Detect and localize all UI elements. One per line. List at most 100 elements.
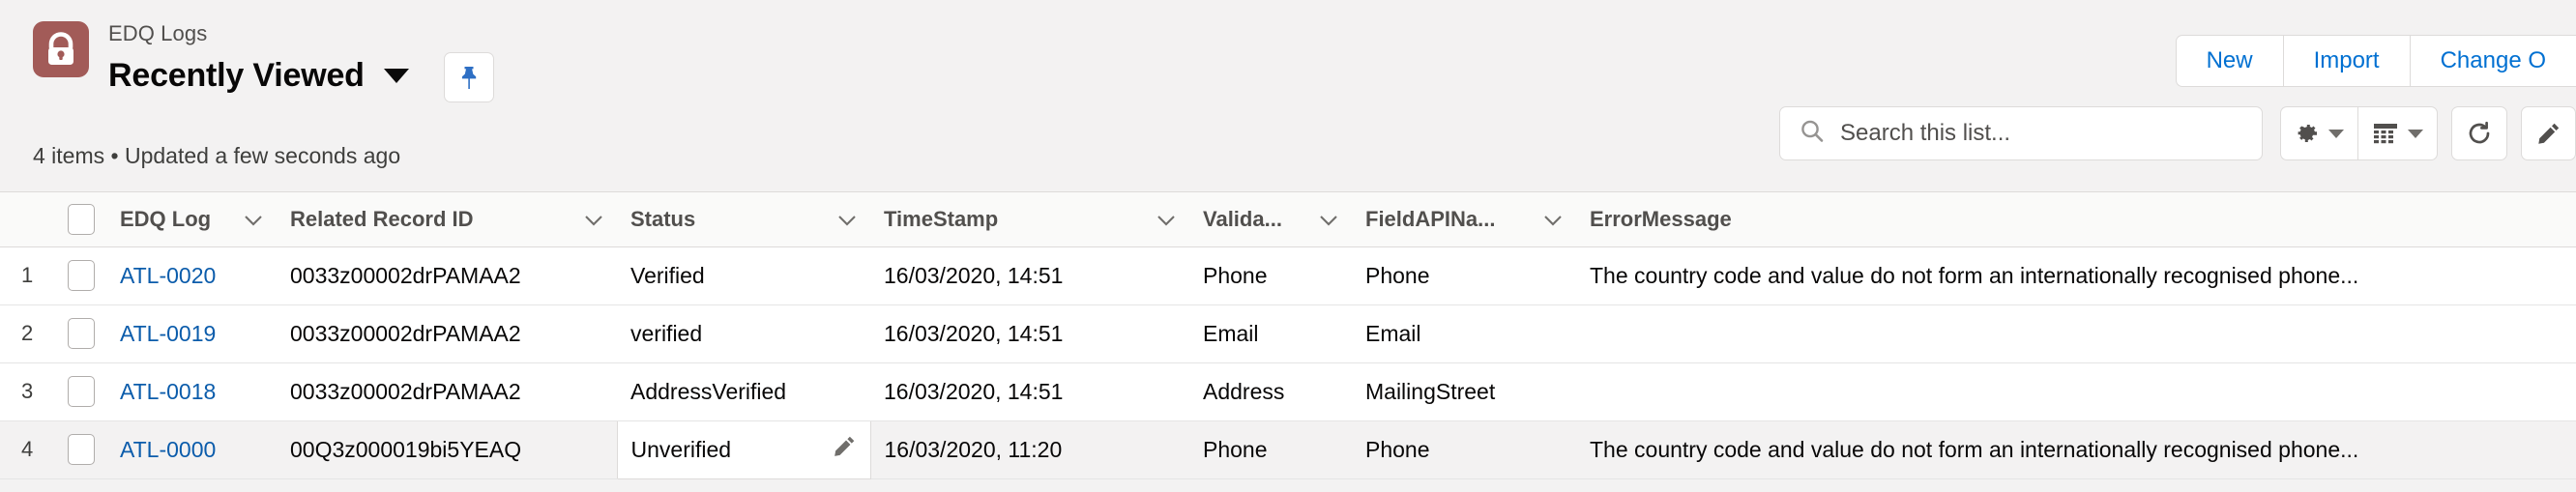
title-block: EDQ Logs Recently Viewed [108, 21, 494, 102]
pin-icon [461, 67, 476, 89]
cell-error-message: The country code and value do not form a… [1576, 420, 2576, 479]
table-head: EDQ Log Related Record ID Status TimeSta… [0, 192, 2576, 247]
import-button[interactable]: Import [2282, 35, 2410, 87]
refresh-icon [2469, 121, 2490, 144]
select-all-checkbox[interactable] [68, 203, 95, 235]
cell-validation: Phone [1189, 246, 1352, 305]
cell-edq-log[interactable]: ATL-0000 [106, 420, 277, 479]
cell-error-message [1576, 362, 2576, 421]
row-select-cell[interactable] [54, 304, 106, 363]
cell-edq-log[interactable]: ATL-0020 [106, 246, 277, 305]
column-header-label: TimeStamp [884, 206, 999, 231]
row-checkbox[interactable] [68, 260, 95, 291]
pin-list-view-button[interactable] [443, 52, 494, 102]
cell-field-api-name: Phone [1352, 246, 1576, 305]
new-button[interactable]: New [2175, 35, 2283, 87]
column-header-label: FieldAPINa... [1365, 206, 1496, 231]
column-header-label: ErrorMessage [1590, 206, 1732, 231]
chevron-down-icon[interactable] [244, 207, 263, 232]
cell-edq-log[interactable]: ATL-0018 [106, 362, 277, 421]
column-header-status[interactable]: Status [617, 192, 870, 247]
cell-related-record-id: 00Q3z000019bi5YEAQ [277, 420, 617, 479]
row-number: 2 [0, 304, 54, 363]
column-header-label: Valida... [1203, 206, 1282, 231]
column-header-field-api-name[interactable]: FieldAPINa... [1352, 192, 1576, 247]
list-view-page: EDQ Logs Recently Viewed 4 items • Updat… [0, 0, 2576, 492]
gear-icon [2298, 125, 2317, 142]
header-identity: EDQ Logs Recently Viewed [33, 0, 494, 102]
select-all-header [54, 192, 106, 247]
row-select-cell[interactable] [54, 246, 106, 305]
cell-error-message [1576, 304, 2576, 363]
record-link[interactable]: ATL-0000 [120, 437, 216, 462]
table-row[interactable]: 1 ATL-0020 0033z00002drPAMAA2 Verified 1… [0, 246, 2576, 305]
list-view-controls-button[interactable] [2280, 106, 2357, 160]
cell-related-record-id: 0033z00002drPAMAA2 [277, 304, 617, 363]
column-header-error-message[interactable]: ErrorMessage [1576, 192, 2576, 247]
chevron-down-icon[interactable] [1319, 207, 1338, 232]
cell-validation: Email [1189, 304, 1352, 363]
table-header-row: EDQ Log Related Record ID Status TimeSta… [0, 192, 2576, 247]
record-link[interactable]: ATL-0019 [120, 321, 216, 346]
row-checkbox[interactable] [68, 376, 95, 407]
cell-status[interactable]: Verified [617, 246, 870, 305]
cell-status-value: Unverified [630, 436, 732, 462]
search-icon [1800, 119, 1825, 149]
search-box[interactable] [1779, 106, 2263, 160]
entity-name: EDQ Logs [108, 21, 208, 45]
cell-timestamp: 16/03/2020, 11:20 [870, 420, 1189, 479]
list-table-container: EDQ Log Related Record ID Status TimeSta… [0, 191, 2576, 479]
title-row: Recently Viewed [108, 48, 494, 102]
page-header: EDQ Logs Recently Viewed 4 items • Updat… [0, 0, 2576, 168]
change-owner-button[interactable]: Change O [2409, 35, 2576, 87]
cell-status-editable[interactable]: Unverified [616, 420, 871, 479]
cell-related-record-id: 0033z00002drPAMAA2 [277, 362, 617, 421]
cell-status[interactable]: AddressVerified [617, 362, 870, 421]
row-number: 4 [0, 420, 54, 479]
cell-timestamp: 16/03/2020, 14:51 [870, 362, 1189, 421]
chevron-down-icon[interactable] [584, 207, 603, 232]
cell-error-message: The country code and value do not form a… [1576, 246, 2576, 305]
refresh-button[interactable] [2451, 106, 2507, 160]
row-checkbox[interactable] [68, 318, 95, 349]
column-header-edq-log[interactable]: EDQ Log [106, 192, 277, 247]
header-action-buttons: New Import Change O [2175, 35, 2576, 87]
edit-list-button[interactable] [2521, 106, 2576, 160]
table-row[interactable]: 3 ATL-0018 0033z00002drPAMAA2 AddressVer… [0, 362, 2576, 421]
pencil-icon [2538, 123, 2560, 144]
inline-edit-pencil-icon[interactable] [832, 434, 857, 465]
column-header-related-record-id[interactable]: Related Record ID [277, 192, 617, 247]
cell-field-api-name: Email [1352, 304, 1576, 363]
display-as-button[interactable] [2357, 106, 2438, 160]
table-icon [2374, 124, 2397, 144]
table-row[interactable]: 2 ATL-0019 0033z00002drPAMAA2 verified 1… [0, 304, 2576, 363]
cell-field-api-name: MailingStreet [1352, 362, 1576, 421]
page-title: Recently Viewed [108, 57, 365, 94]
record-link[interactable]: ATL-0018 [120, 379, 216, 404]
chevron-down-icon [2328, 129, 2344, 138]
row-checkbox[interactable] [68, 434, 95, 465]
column-header-timestamp[interactable]: TimeStamp [870, 192, 1189, 247]
row-select-cell[interactable] [54, 420, 106, 479]
chevron-down-icon[interactable] [383, 68, 409, 83]
cell-field-api-name: Phone [1352, 420, 1576, 479]
cell-validation: Address [1189, 362, 1352, 421]
cell-related-record-id: 0033z00002drPAMAA2 [277, 246, 617, 305]
table-row[interactable]: 4 ATL-0000 00Q3z000019bi5YEAQ Unverified [0, 420, 2576, 479]
cell-status[interactable]: verified [617, 304, 870, 363]
column-header-label: EDQ Log [120, 206, 212, 231]
toolbar-icon-group [2280, 106, 2576, 160]
chevron-down-icon[interactable] [1156, 207, 1176, 232]
cell-validation: Phone [1189, 420, 1352, 479]
chevron-down-icon[interactable] [837, 207, 857, 232]
chevron-down-icon[interactable] [1543, 207, 1563, 232]
record-link[interactable]: ATL-0020 [120, 263, 216, 288]
cell-edq-log[interactable]: ATL-0019 [106, 304, 277, 363]
search-input[interactable] [1840, 120, 2262, 147]
list-toolbar [1779, 106, 2576, 160]
padlock-icon [33, 21, 89, 77]
column-header-validation[interactable]: Valida... [1189, 192, 1352, 247]
list-meta: 4 items • Updated a few seconds ago [33, 143, 401, 168]
row-select-cell[interactable] [54, 362, 106, 421]
table-body: 1 ATL-0020 0033z00002drPAMAA2 Verified 1… [0, 246, 2576, 479]
